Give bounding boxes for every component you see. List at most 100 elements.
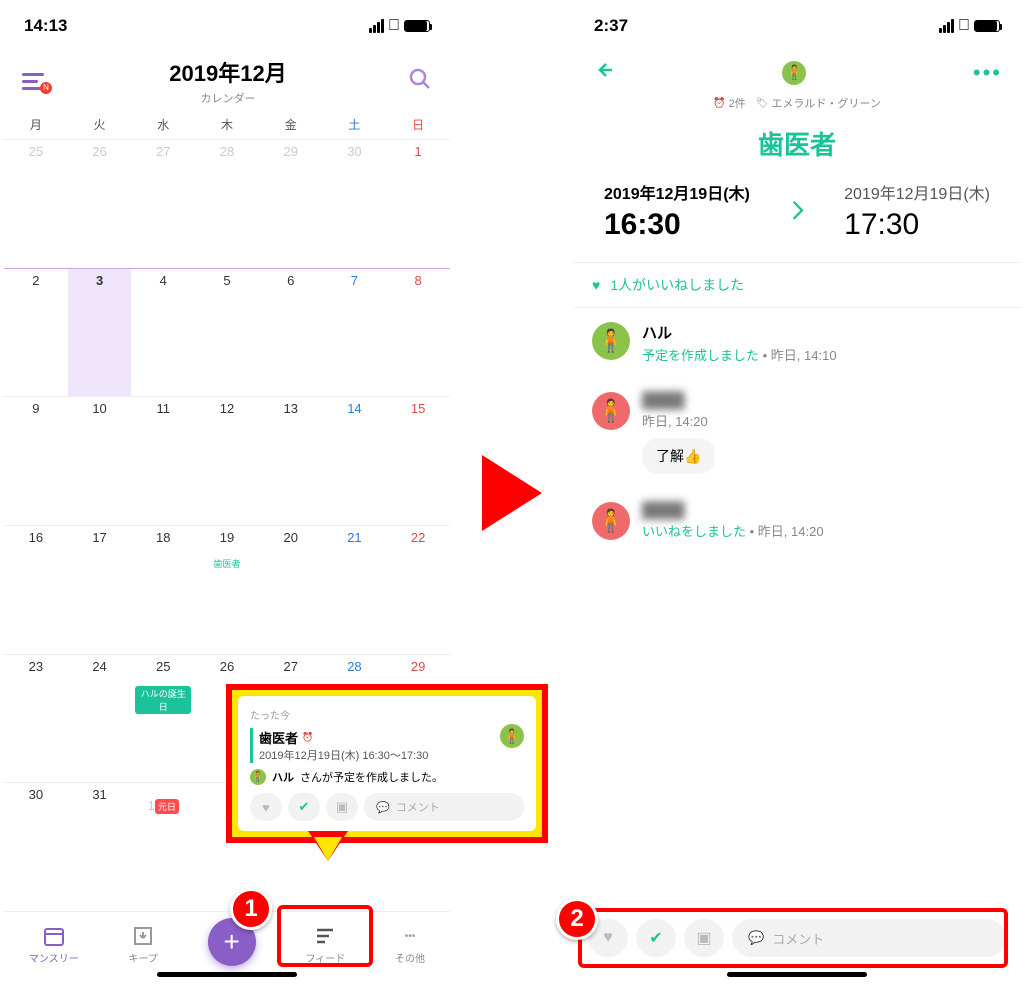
calendar-cell[interactable]: 11 (131, 397, 195, 525)
phone-right: 2:37 􀙇 🧍 ••• ⏰2件 🏷エメラルド・グリーン 歯医者 2019年12… (570, 0, 1024, 985)
calendar-cell[interactable]: 29 (259, 140, 323, 268)
status-time: 14:13 (24, 16, 67, 36)
user-avatar: 🧍 (592, 392, 630, 430)
weekday-label: 木 (195, 116, 259, 133)
weekday-label: 金 (259, 116, 323, 133)
calendar-cell[interactable]: 5 (195, 269, 259, 397)
event-avatar: 🧍 (782, 61, 806, 85)
calendar-cell[interactable]: 30 (4, 783, 68, 911)
going-button[interactable]: ✔ (636, 919, 676, 957)
menu-icon[interactable]: N (22, 73, 48, 90)
status-bar: 2:37 􀙇 (574, 4, 1020, 48)
tab-keep[interactable]: キープ (128, 924, 157, 965)
callout-number-1: 1 (230, 888, 272, 930)
calendar-cell[interactable]: 22 (386, 526, 450, 654)
start-time: 16:30 (604, 208, 750, 242)
activity-user: ████ (642, 392, 1002, 409)
weekday-label: 水 (131, 116, 195, 133)
comment-input[interactable]: 💬コメント (364, 793, 524, 821)
calendar-cell[interactable]: 20 (259, 526, 323, 654)
calendar-subtitle: カレンダー (169, 90, 286, 106)
calendar-cell[interactable]: 27 (131, 140, 195, 268)
going-button[interactable]: ✔ (288, 793, 320, 821)
status-bar: 14:13 􀙇 (4, 4, 450, 48)
user-avatar: 🧍 (592, 502, 630, 540)
activity-item: 🧍 ████ いいねをしました • 昨日, 14:20 (574, 488, 1020, 554)
calendar-title: 2019年12月 (169, 56, 286, 88)
calendar-cell[interactable]: 23 (4, 655, 68, 783)
signal-icon (939, 19, 954, 33)
arrow-right-icon (482, 455, 542, 531)
tag-icon: 🏷 (756, 98, 769, 109)
download-icon (130, 924, 156, 948)
likes-row[interactable]: ♥ 1人がいいねしました (574, 262, 1020, 308)
comment-bubble: 了解👍 (642, 438, 715, 474)
calendar-cell[interactable]: 31 (68, 783, 132, 911)
back-icon[interactable] (592, 58, 616, 87)
callout-number-2: 2 (556, 898, 598, 940)
calendar-cell[interactable]: 25 (4, 140, 68, 268)
more-icon: ••• (397, 924, 423, 948)
calendar-cell[interactable]: 17 (68, 526, 132, 654)
calendar-cell[interactable]: 30 (323, 140, 387, 268)
wifi-icon: 􀙇 (958, 18, 970, 34)
calendar-cell[interactable]: 16 (4, 526, 68, 654)
activity-item: 🧍 ████ 昨日, 14:20 了解👍 (574, 378, 1020, 488)
calendar-cell[interactable]: 25ハルの誕生日 (131, 655, 195, 783)
activity-user: ████ (642, 502, 1002, 519)
image-button[interactable]: ▣ (684, 919, 724, 957)
home-indicator (727, 972, 867, 977)
tab-feed[interactable]: フィード (305, 924, 345, 965)
calendar-cell[interactable]: 1 (386, 140, 450, 268)
calendar-cell[interactable]: 2 (4, 269, 68, 397)
feed-popup: たった今 歯医者⏰ 2019年12月19日(木) 16:30〜17:30 🧍 🧍… (226, 684, 548, 843)
battery-icon (974, 20, 1000, 32)
battery-icon (404, 20, 430, 32)
user-avatar: 🧍 (592, 322, 630, 360)
calendar-cell[interactable]: 1元日 (131, 783, 195, 911)
feed-icon (312, 924, 338, 948)
event-title: 歯医者 (574, 125, 1020, 162)
calendar-cell[interactable]: 14 (323, 397, 387, 525)
end-time: 17:30 (844, 208, 990, 242)
calendar-cell[interactable]: 8 (386, 269, 450, 397)
notification-badge: N (40, 82, 52, 94)
popup-avatar: 🧍 (500, 724, 524, 748)
calendar-cell[interactable]: 28 (195, 140, 259, 268)
calendar-cell[interactable]: 4 (131, 269, 195, 397)
tab-bar: マンスリー キープ + フィード ••• その他 (4, 911, 450, 981)
heart-icon: ♥ (592, 277, 600, 293)
calendar-cell[interactable]: 9 (4, 397, 68, 525)
status-time: 2:37 (594, 16, 628, 36)
activity-user: ハル (642, 322, 1002, 343)
calendar-cell[interactable]: 21 (323, 526, 387, 654)
calendar-cell[interactable]: 15 (386, 397, 450, 525)
like-button[interactable]: ♥ (250, 793, 282, 821)
weekday-label: 日 (386, 116, 450, 133)
weekday-label: 月 (4, 116, 68, 133)
tab-other[interactable]: ••• その他 (395, 924, 425, 965)
calendar-cell[interactable]: 13 (259, 397, 323, 525)
calendar-icon (41, 924, 67, 948)
start-date: 2019年12月19日(木) (604, 180, 750, 204)
calendar-cell[interactable]: 12 (195, 397, 259, 525)
calendar-cell[interactable]: 19歯医者 (195, 526, 259, 654)
calendar-cell[interactable]: 3 (68, 269, 132, 397)
alarm-icon: ⏰ (713, 98, 725, 109)
activity-item: 🧍 ハル 予定を作成しました • 昨日, 14:10 (574, 308, 1020, 378)
calendar-cell[interactable]: 26 (68, 140, 132, 268)
calendar-cell[interactable]: 10 (68, 397, 132, 525)
more-icon[interactable]: ••• (973, 60, 1002, 86)
image-button[interactable]: ▣ (326, 793, 358, 821)
calendar-cell[interactable]: 18 (131, 526, 195, 654)
weekday-label: 土 (323, 116, 387, 133)
calendar-cell[interactable]: 7 (323, 269, 387, 397)
calendar-cell[interactable]: 6 (259, 269, 323, 397)
end-date: 2019年12月19日(木) (844, 180, 990, 204)
comment-input[interactable]: 💬コメント (732, 919, 1006, 957)
chevron-right-icon (787, 193, 807, 230)
tab-monthly[interactable]: マンスリー (29, 924, 79, 965)
calendar-cell[interactable]: 24 (68, 655, 132, 783)
signal-icon (369, 19, 384, 33)
search-icon[interactable] (408, 67, 432, 96)
